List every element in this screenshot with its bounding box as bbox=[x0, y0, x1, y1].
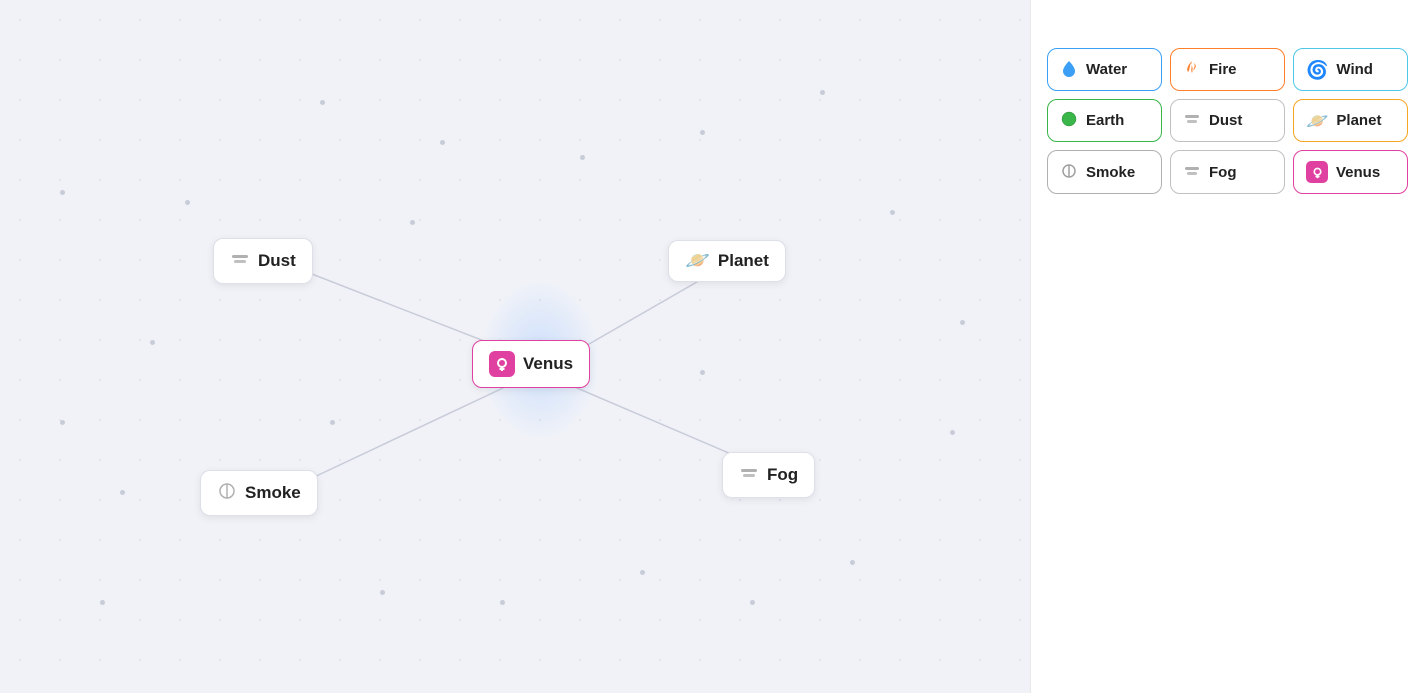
sidebar-grid: Water Fire 🌀 Wind Earth Dust 🪐 Planet Smoke Fog Ve… bbox=[1047, 48, 1408, 194]
planet-label: Planet bbox=[718, 251, 769, 271]
scatter-dot bbox=[330, 420, 335, 425]
planet-emoji: 🪐 bbox=[685, 251, 710, 271]
scatter-dot bbox=[100, 600, 105, 605]
scatter-dot bbox=[380, 590, 385, 595]
scatter-dot bbox=[440, 140, 445, 145]
scatter-dot bbox=[950, 430, 955, 435]
sidebar-item-fog[interactable]: Fog bbox=[1170, 150, 1285, 194]
venus-emoji bbox=[489, 351, 515, 377]
fog-emoji bbox=[739, 463, 759, 487]
sidebar-fog-label: Fog bbox=[1209, 164, 1237, 181]
fog-label: Fog bbox=[767, 465, 798, 485]
scatter-dot bbox=[850, 560, 855, 565]
scatter-dot bbox=[640, 570, 645, 575]
canvas-element-smoke[interactable]: Smoke bbox=[200, 470, 318, 516]
scatter-dot bbox=[60, 190, 65, 195]
scatter-dot bbox=[960, 320, 965, 325]
sidebar-fog-emoji bbox=[1183, 162, 1201, 183]
scatter-dot bbox=[150, 340, 155, 345]
sidebar: Water Fire 🌀 Wind Earth Dust 🪐 Planet Smoke Fog Ve… bbox=[1030, 0, 1424, 693]
venus-label: Venus bbox=[523, 354, 573, 374]
canvas-element-fog[interactable]: Fog bbox=[722, 452, 815, 498]
scatter-dot bbox=[185, 200, 190, 205]
sidebar-item-planet[interactable]: 🪐 Planet bbox=[1293, 99, 1408, 142]
sidebar-item-smoke[interactable]: Smoke bbox=[1047, 150, 1162, 194]
sidebar-wind-label: Wind bbox=[1336, 61, 1373, 78]
craft-title bbox=[1047, 16, 1408, 28]
sidebar-fire-label: Fire bbox=[1209, 61, 1237, 78]
sidebar-venus-label: Venus bbox=[1336, 164, 1380, 181]
scatter-dot bbox=[890, 210, 895, 215]
sidebar-item-fire[interactable]: Fire bbox=[1170, 48, 1285, 91]
scatter-dot bbox=[410, 220, 415, 225]
smoke-emoji bbox=[217, 481, 237, 505]
sidebar-planet-emoji: 🪐 bbox=[1306, 112, 1328, 130]
sidebar-dust-label: Dust bbox=[1209, 112, 1242, 129]
scatter-dot bbox=[320, 100, 325, 105]
canvas-element-planet[interactable]: 🪐 Planet bbox=[668, 240, 786, 282]
sidebar-smoke-label: Smoke bbox=[1086, 164, 1135, 181]
canvas-element-venus[interactable]: Venus bbox=[472, 340, 590, 388]
sidebar-item-earth[interactable]: Earth bbox=[1047, 99, 1162, 142]
scatter-dot bbox=[820, 90, 825, 95]
scatter-dot bbox=[500, 600, 505, 605]
sidebar-earth-label: Earth bbox=[1086, 112, 1124, 129]
sidebar-water-emoji bbox=[1060, 59, 1078, 80]
sidebar-venus-emoji bbox=[1306, 161, 1328, 183]
scatter-dot bbox=[700, 370, 705, 375]
scatter-dot bbox=[700, 130, 705, 135]
sidebar-fire-emoji bbox=[1183, 59, 1201, 80]
sidebar-planet-label: Planet bbox=[1336, 112, 1381, 129]
scatter-dot bbox=[60, 420, 65, 425]
sidebar-wind-emoji: 🌀 bbox=[1306, 61, 1328, 79]
sidebar-item-water[interactable]: Water bbox=[1047, 48, 1162, 91]
sidebar-item-dust[interactable]: Dust bbox=[1170, 99, 1285, 142]
craft-canvas[interactable]: Dust 🪐 Planet Venus Smoke Fog bbox=[0, 0, 1030, 693]
sidebar-item-wind[interactable]: 🌀 Wind bbox=[1293, 48, 1408, 91]
scatter-dot bbox=[580, 155, 585, 160]
sidebar-water-label: Water bbox=[1086, 61, 1127, 78]
scatter-dot bbox=[750, 600, 755, 605]
sidebar-earth-emoji bbox=[1060, 110, 1078, 131]
sidebar-smoke-emoji bbox=[1060, 162, 1078, 183]
sidebar-item-venus[interactable]: Venus bbox=[1293, 150, 1408, 194]
scatter-dot bbox=[120, 490, 125, 495]
canvas-element-dust[interactable]: Dust bbox=[213, 238, 313, 284]
dust-label: Dust bbox=[258, 251, 296, 271]
dust-emoji bbox=[230, 249, 250, 273]
sidebar-dust-emoji bbox=[1183, 110, 1201, 131]
smoke-label: Smoke bbox=[245, 483, 301, 503]
